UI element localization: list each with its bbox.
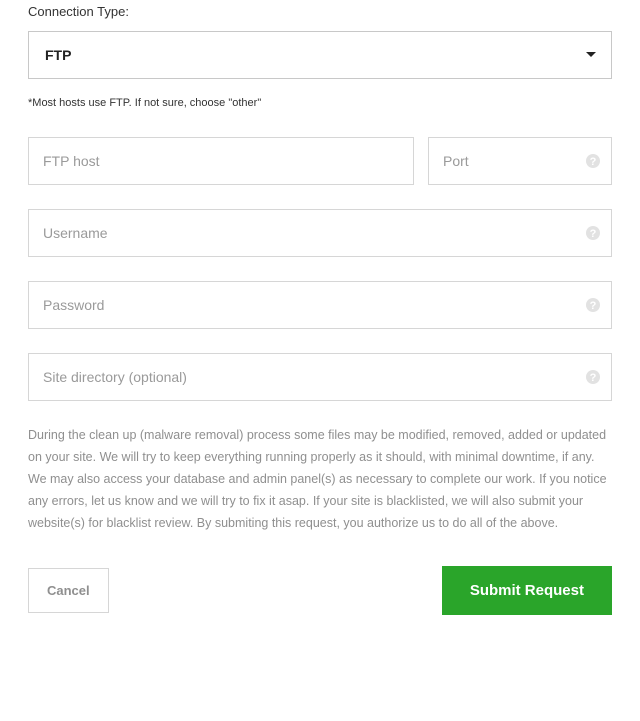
username-field-wrapper: ? (28, 209, 612, 257)
help-icon[interactable]: ? (585, 369, 601, 385)
password-field[interactable] (29, 282, 611, 328)
connection-type-select[interactable]: FTP (28, 31, 612, 79)
cancel-button[interactable]: Cancel (28, 568, 109, 613)
ftp-host-field-wrapper (28, 137, 414, 185)
ftp-host-field[interactable] (29, 138, 413, 184)
disclosure-text: During the clean up (malware removal) pr… (28, 425, 612, 534)
help-icon[interactable]: ? (585, 225, 601, 241)
username-field[interactable] (29, 210, 611, 256)
connection-type-hint: *Most hosts use FTP. If not sure, choose… (28, 97, 612, 109)
connection-type-label: Connection Type: (28, 4, 612, 19)
svg-text:?: ? (590, 372, 597, 384)
svg-text:?: ? (590, 156, 597, 168)
submit-button[interactable]: Submit Request (442, 566, 612, 615)
port-field[interactable] (429, 138, 611, 184)
chevron-down-icon (585, 46, 597, 64)
help-icon[interactable]: ? (585, 153, 601, 169)
help-icon[interactable]: ? (585, 297, 601, 313)
port-field-wrapper: ? (428, 137, 612, 185)
svg-text:?: ? (590, 228, 597, 240)
site-directory-field[interactable] (29, 354, 611, 400)
button-row: Cancel Submit Request (28, 566, 612, 615)
svg-text:?: ? (590, 300, 597, 312)
password-field-wrapper: ? (28, 281, 612, 329)
site-directory-field-wrapper: ? (28, 353, 612, 401)
connection-type-value: FTP (45, 47, 71, 63)
